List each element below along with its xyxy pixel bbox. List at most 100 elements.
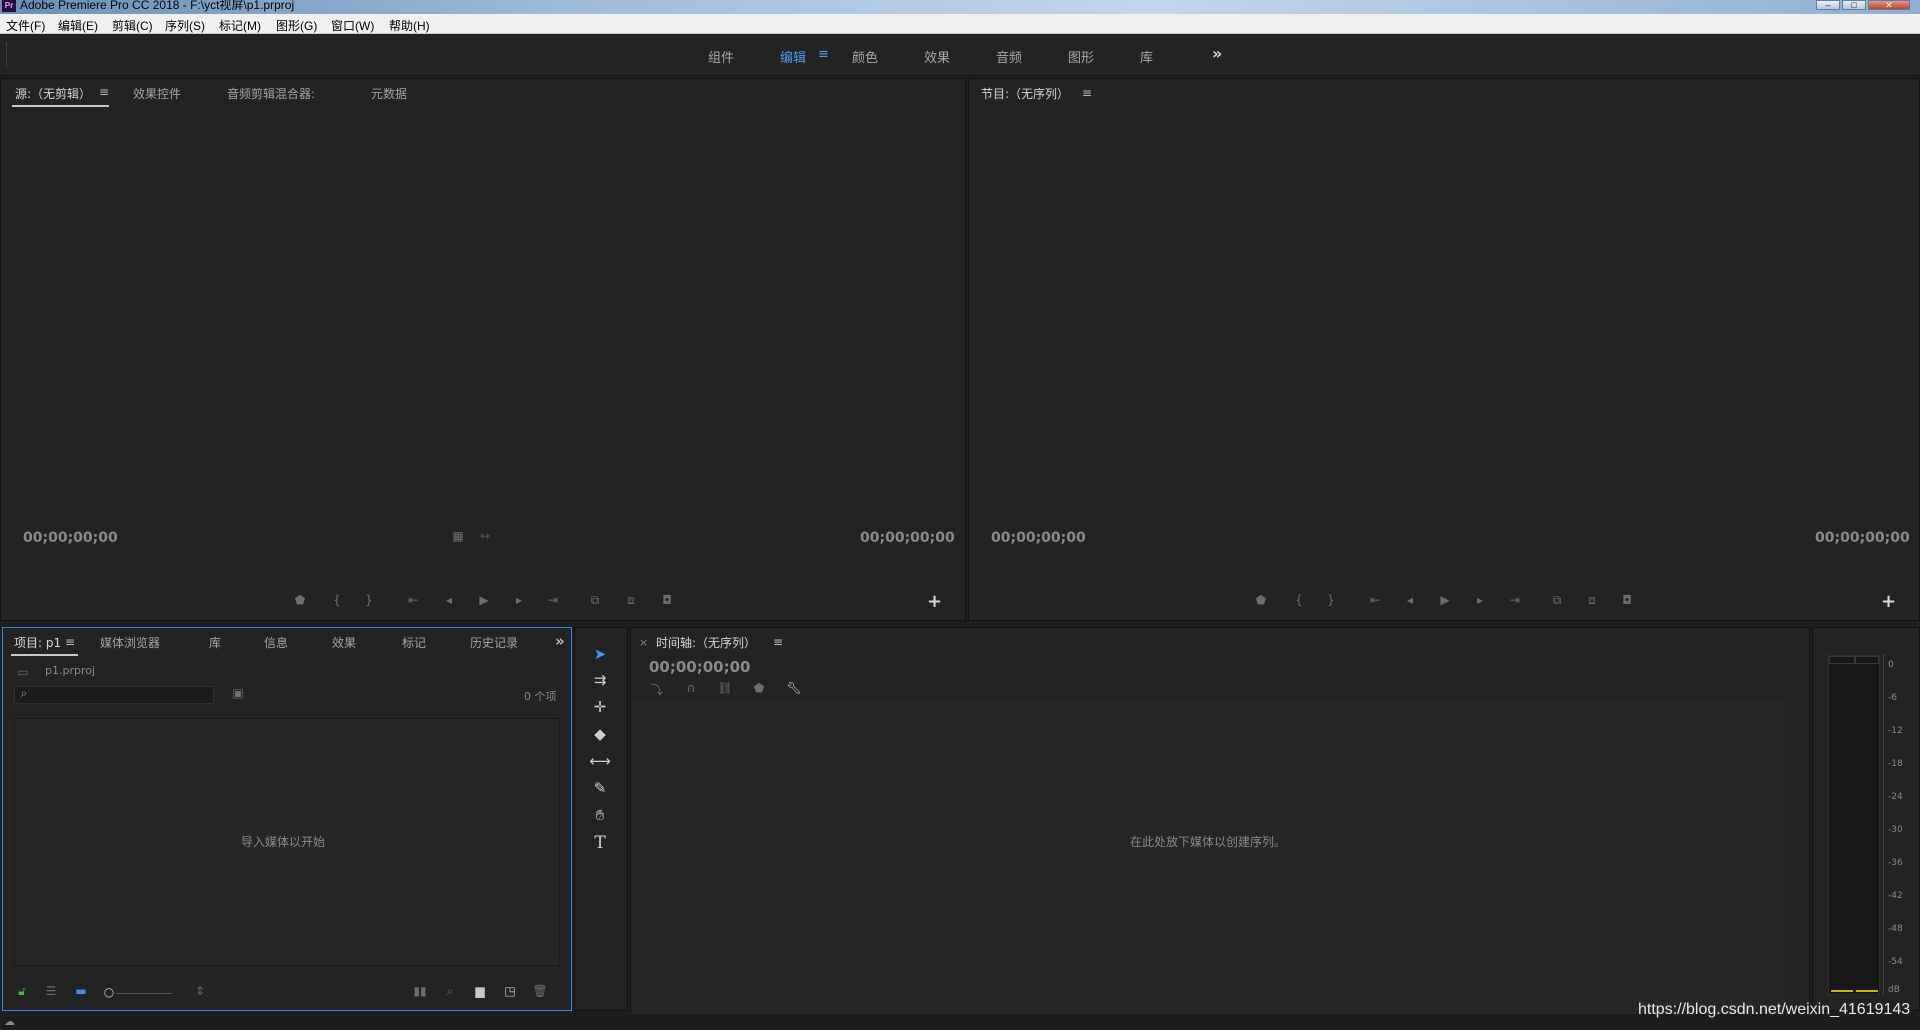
mark-out-icon[interactable]: } [1321, 593, 1341, 607]
project-items-area[interactable]: 导入媒体以开始 [14, 718, 560, 966]
selection-tool-icon[interactable]: ➤ [588, 645, 612, 665]
tab-audio-clip-mixer[interactable]: 音频剪辑混合器: [227, 85, 315, 102]
panel-menu-icon[interactable]: ≡ [65, 635, 75, 649]
close-button[interactable]: ✕ [1868, 0, 1910, 10]
minimize-button[interactable]: – [1816, 0, 1840, 10]
type-tool-icon[interactable]: T [588, 833, 612, 853]
automate-to-sequence-icon[interactable]: ▮▮ [410, 984, 430, 998]
export-frame-icon[interactable]: ◘ [1617, 593, 1637, 607]
tab-metadata[interactable]: 元数据 [371, 85, 407, 102]
menu-sequence[interactable]: 序列(S) [165, 17, 205, 34]
menu-edit[interactable]: 编辑(E) [58, 17, 98, 34]
add-marker-icon[interactable]: ⬟ [749, 681, 769, 695]
program-playhead-timecode[interactable]: 00;00;00;00 [991, 530, 1086, 546]
insert-icon[interactable]: ⧉ [585, 593, 605, 608]
menu-graphics[interactable]: 图形(G) [276, 17, 317, 34]
go-to-out-icon[interactable]: ⇥ [1505, 593, 1525, 607]
tab-project[interactable]: 项目: p1 [14, 634, 61, 651]
step-forward-icon[interactable]: ▸ [1470, 593, 1490, 607]
list-view-icon[interactable]: ☰ [41, 984, 61, 998]
menu-clip[interactable]: 剪辑(C) [112, 17, 153, 34]
tab-program[interactable]: 节目:（无序列） [981, 85, 1069, 102]
tab-timeline[interactable]: 时间轴:（无序列） [656, 634, 756, 651]
menu-help[interactable]: 帮助(H) [389, 17, 430, 34]
peak-indicator-left[interactable] [1829, 656, 1855, 664]
go-to-in-icon[interactable]: ⇤ [403, 593, 423, 607]
tab-info[interactable]: 信息 [264, 634, 288, 651]
creative-cloud-icon[interactable]: ☁︎ [4, 1015, 15, 1028]
tab-markers[interactable]: 标记 [402, 634, 426, 651]
workspace-effects[interactable]: 效果 [924, 47, 950, 66]
workspace-assembly[interactable]: 组件 [708, 47, 734, 66]
tab-libraries[interactable]: 库 [209, 634, 221, 651]
add-marker-icon[interactable]: ⬟ [290, 593, 310, 607]
tab-effects[interactable]: 效果 [332, 634, 356, 651]
drag-audio-icon[interactable]: ⇿ [475, 529, 495, 543]
overwrite-icon[interactable]: ⧈ [621, 593, 641, 608]
tab-history[interactable]: 历史记录 [470, 634, 518, 651]
zoom-slider-handle[interactable]: ○ [99, 985, 119, 999]
panel-menu-icon[interactable]: ≡ [773, 635, 783, 649]
sort-icon[interactable]: ⇕ [190, 984, 210, 998]
peak-indicator-right[interactable] [1855, 656, 1879, 664]
workspace-graphics[interactable]: 图形 [1068, 47, 1094, 66]
tab-effect-controls[interactable]: 效果控件 [133, 85, 181, 102]
ripple-edit-tool-icon[interactable]: ✛ [588, 698, 612, 718]
workspace-libraries[interactable]: 库 [1140, 47, 1153, 66]
menu-window[interactable]: 窗口(W) [331, 17, 374, 34]
linked-selection-icon[interactable]: ⛓︎ [715, 681, 735, 695]
workspace-editing[interactable]: 编辑 [780, 47, 806, 66]
pen-tool-icon[interactable]: ✎ [588, 779, 612, 799]
new-item-icon[interactable]: ◳ [500, 984, 520, 998]
drag-video-icon[interactable]: ▦ [448, 529, 468, 543]
step-back-icon[interactable]: ◂ [439, 593, 459, 607]
new-search-bin-icon[interactable]: ▣ [228, 686, 248, 700]
lock-icon[interactable]: 🔓︎ [12, 984, 32, 999]
track-select-tool-icon[interactable]: ⇉ [588, 671, 612, 691]
panel-overflow-icon[interactable]: » [555, 632, 565, 650]
menu-markers[interactable]: 标记(M) [219, 17, 261, 34]
razor-tool-icon[interactable]: ◆ [588, 725, 612, 745]
mark-out-icon[interactable]: } [359, 593, 379, 607]
find-icon[interactable]: ⌕ [440, 984, 460, 999]
nest-icon[interactable]: ⤵ [647, 681, 667, 698]
export-frame-icon[interactable]: ◘ [657, 593, 677, 607]
step-back-icon[interactable]: ◂ [1400, 593, 1420, 607]
button-editor-icon[interactable]: + [1881, 591, 1896, 612]
tab-media-browser[interactable]: 媒体浏览器 [100, 634, 160, 651]
go-to-in-icon[interactable]: ⇤ [1365, 593, 1385, 607]
slip-tool-icon[interactable]: ⟷ [588, 752, 612, 772]
grip-handle[interactable] [6, 43, 8, 67]
menu-file[interactable]: 文件(F) [6, 17, 45, 34]
timeline-settings-icon[interactable]: 🔧︎ [784, 681, 804, 695]
add-marker-icon[interactable]: ⬟ [1251, 593, 1271, 607]
go-to-out-icon[interactable]: ⇥ [543, 593, 563, 607]
workspace-menu-icon[interactable]: ≡ [818, 47, 829, 62]
workspace-color[interactable]: 颜色 [852, 47, 878, 66]
snap-icon[interactable]: ∩ [681, 681, 701, 695]
close-tab-icon[interactable]: × [639, 636, 648, 649]
zoom-slider-track[interactable] [116, 993, 172, 994]
step-forward-icon[interactable]: ▸ [509, 593, 529, 607]
workspace-overflow-icon[interactable]: » [1212, 44, 1222, 63]
mark-in-icon[interactable]: { [1289, 593, 1309, 607]
timeline-timecode[interactable]: 00;00;00;00 [649, 658, 751, 676]
button-editor-icon[interactable]: + [927, 591, 942, 612]
panel-menu-icon[interactable]: ≡ [1082, 86, 1092, 100]
tab-source[interactable]: 源:（无剪辑） [15, 85, 91, 102]
timeline-drop-area[interactable]: 在此处放下媒体以创建序列。 [632, 700, 1784, 1014]
workspace-audio[interactable]: 音频 [996, 47, 1022, 66]
clear-icon[interactable]: 🗑︎ [530, 984, 550, 998]
play-icon[interactable]: ▶ [1435, 593, 1455, 607]
hand-tool-icon[interactable]: ✋︎ [588, 806, 612, 826]
mark-in-icon[interactable]: { [327, 593, 347, 607]
play-icon[interactable]: ▶ [474, 593, 494, 607]
lift-icon[interactable]: ⧉ [1547, 593, 1567, 608]
new-bin-icon[interactable]: ▆ [470, 984, 490, 998]
project-search-input[interactable] [14, 686, 214, 704]
maximize-button[interactable]: □ [1842, 0, 1866, 10]
source-playhead-timecode[interactable]: 00;00;00;00 [23, 530, 118, 546]
extract-icon[interactable]: ⧈ [1582, 593, 1602, 608]
icon-view-icon[interactable]: ▬ [71, 984, 91, 998]
panel-menu-icon[interactable]: ≡ [99, 85, 109, 99]
